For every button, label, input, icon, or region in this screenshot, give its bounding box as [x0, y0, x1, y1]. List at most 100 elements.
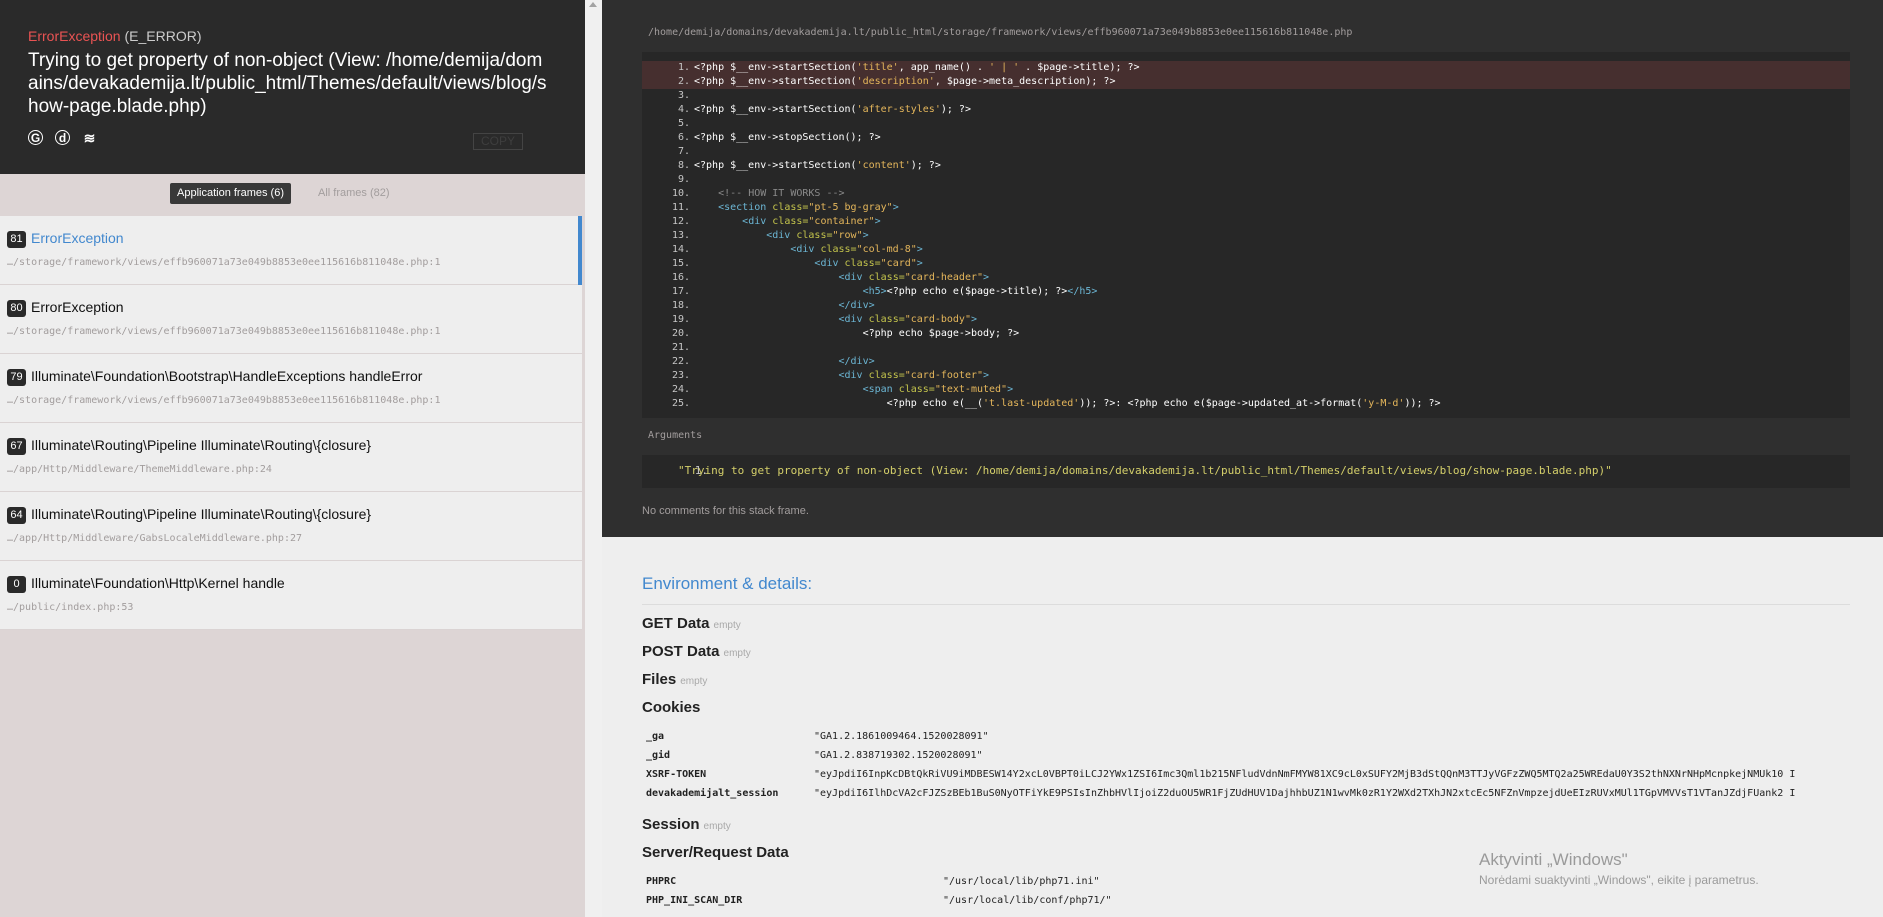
scroll-up-arrow-icon[interactable] [589, 2, 597, 7]
frame-item[interactable]: 67 Illuminate\Routing\Pipeline Illuminate… [0, 423, 582, 492]
code-token: )); ?> [1404, 398, 1441, 409]
code-line: 5. [642, 117, 1850, 131]
code-token: "row" [832, 230, 863, 241]
code-token: > [916, 244, 923, 255]
line-number: 17. [671, 286, 690, 297]
code-line: 18. </div> [642, 299, 1850, 313]
frame-tabs: Application frames (6) All frames (82) [0, 174, 585, 216]
line-number: 14. [671, 244, 690, 255]
search-links: G d ≋ [28, 130, 97, 145]
code-line: 10. <!-- HOW IT WORKS --> [642, 187, 1850, 201]
line-number: 15. [671, 258, 690, 269]
code-token: <div [838, 314, 869, 325]
line-code: <h5><?php echo e($page->title); ?></h5> [694, 285, 1098, 299]
code-token: "col-md-8" [856, 244, 917, 255]
line-number: 18. [671, 300, 690, 311]
exception-code: (E_ERROR) [124, 28, 202, 44]
frame-file: …/storage/framework/views/effb960071a73e… [7, 395, 441, 406]
session-label: Session [642, 816, 700, 833]
frame-item[interactable]: 64 Illuminate\Routing\Pipeline Illuminate… [0, 492, 582, 561]
code-token: )); ?>: <?php echo e($page->updated_at->… [1079, 398, 1363, 409]
line-number: 24. [671, 384, 690, 395]
line-number: 2. [677, 76, 690, 87]
argument-item: 1. "Trying to get property of non-object … [678, 464, 1612, 477]
google-search-icon[interactable]: G [28, 130, 43, 145]
code-token: <!-- HOW IT WORKS --> [718, 188, 845, 199]
frame-item[interactable]: 80 ErrorException …/storage/framework/view… [0, 285, 582, 354]
cookie-value: "eyJpdiI6IlhDcVA2cFJZSzBEb1BuS0NyOTFiYkE… [814, 788, 1796, 799]
server-value: "/usr/local/lib/php71.ini" [943, 876, 1100, 887]
frame-index: 80 [7, 300, 26, 317]
code-token: class= [772, 202, 809, 213]
code-token: 'y-M-d' [1362, 398, 1405, 409]
code-line: 12. <div class="container"> [642, 215, 1850, 229]
code-token: <?php $__env->startSection( [694, 104, 857, 115]
details-panel: /home/demija/domains/devakademija.lt/pub… [602, 0, 1883, 917]
code-token: class= [796, 230, 833, 241]
code-token: 'description' [856, 76, 935, 87]
server-key: PHPRC [646, 876, 677, 887]
line-number: 20. [671, 328, 690, 339]
frame-item[interactable]: 79 Illuminate\Foundation\Bootstrap\Handle… [0, 354, 582, 423]
tab-all-frames[interactable]: All frames (82) [318, 183, 390, 204]
code-line: 15. <div class="card"> [642, 257, 1850, 271]
line-code: <section class="pt-5 bg-gray"> [694, 201, 899, 215]
windows-activation-watermark: Aktyvinti „Windows" Norėdami suaktyvinti… [1479, 850, 1759, 887]
line-number: 23. [671, 370, 690, 381]
code-token: > [983, 370, 990, 381]
line-number: 19. [671, 314, 690, 325]
code-token: "container" [808, 216, 875, 227]
code-line: 7. [642, 145, 1850, 159]
code-token: 'after-styles' [856, 104, 941, 115]
post-data-heading: POST Data empty [642, 643, 751, 660]
code-line: 19. <div class="card-body"> [642, 313, 1850, 327]
code-token: > [862, 230, 869, 241]
scrollbar[interactable] [585, 0, 602, 917]
empty-label: empty [723, 648, 751, 659]
line-number: 4. [677, 104, 690, 115]
code-token: <div [742, 216, 773, 227]
code-line: 16. <div class="card-header"> [642, 271, 1850, 285]
frame-item[interactable]: 81 ErrorException …/storage/framework/view… [0, 216, 582, 285]
arguments-label: Arguments [648, 430, 703, 441]
code-line: 25. <?php echo e(__('t.last-updated')); … [642, 397, 1850, 411]
code-line: 3. [642, 89, 1850, 103]
line-code: <div class="card-body"> [694, 313, 978, 327]
line-number: 22. [671, 356, 690, 367]
frame-item[interactable]: 0 Illuminate\Foundation\Http\Kernel handl… [0, 561, 582, 630]
files-heading: Files empty [642, 671, 707, 688]
code-token: </div> [838, 300, 875, 311]
session-heading: Session empty [642, 816, 731, 833]
post-data-label: POST Data [642, 643, 720, 660]
code-line: 13. <div class="row"> [642, 229, 1850, 243]
exception-header: ErrorException (E_ERROR) Trying to get p… [0, 0, 585, 174]
stackoverflow-icon[interactable]: ≋ [82, 130, 97, 145]
code-block: 1. <?php $__env->startSection('title', ap… [642, 52, 1850, 418]
frame-file-path[interactable]: /home/demija/domains/devakademija.lt/pub… [648, 27, 1352, 38]
code-token: 'title' [856, 62, 899, 73]
code-line: 21. [642, 341, 1850, 355]
code-token: <?php $__env->startSection( [694, 76, 857, 87]
line-number: 7. [677, 146, 690, 157]
exception-message: Trying to get property of non-object (Vi… [28, 50, 547, 117]
code-token: <div [790, 244, 821, 255]
line-number: 21. [671, 342, 690, 353]
code-token: ); ?> [910, 160, 941, 171]
frame-file: …/storage/framework/views/effb960071a73e… [7, 326, 441, 337]
code-line: 1. <?php $__env->startSection('title', ap… [642, 61, 1850, 75]
line-number: 25. [671, 398, 690, 409]
code-token: class= [844, 258, 881, 269]
stack-panel: ErrorException (E_ERROR) Trying to get p… [0, 0, 585, 917]
copy-button[interactable]: COPY [473, 133, 523, 150]
code-token: class= [868, 370, 905, 381]
cookie-key: _ga [646, 731, 665, 742]
tab-application-frames[interactable]: Application frames (6) [170, 183, 291, 204]
code-token: class= [820, 244, 857, 255]
duckduckgo-icon[interactable]: d [55, 130, 70, 145]
